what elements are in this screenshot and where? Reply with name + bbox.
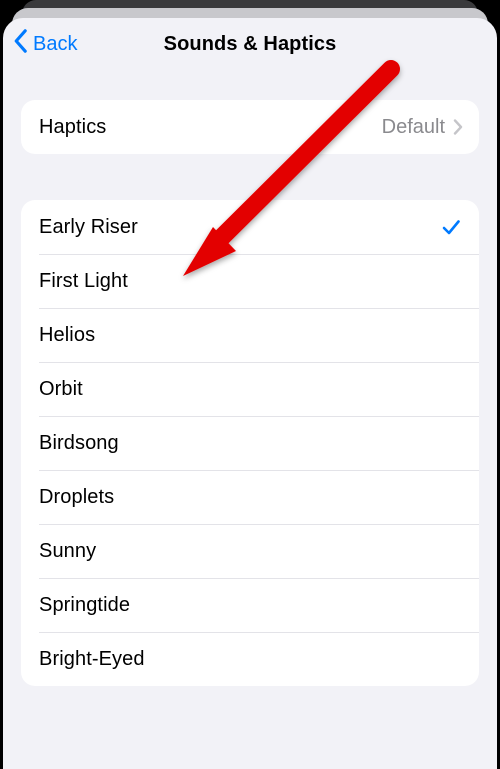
sound-label: Orbit	[39, 378, 463, 401]
sound-row[interactable]: Birdsong	[21, 416, 479, 470]
sound-label: First Light	[39, 270, 463, 293]
chevron-left-icon	[13, 29, 29, 59]
haptics-row[interactable]: Haptics Default	[21, 100, 479, 154]
haptics-group: Haptics Default	[21, 100, 479, 154]
sound-row[interactable]: Sunny	[21, 524, 479, 578]
sound-label: Helios	[39, 324, 463, 347]
chevron-right-icon	[453, 119, 463, 135]
sound-label: Early Riser	[39, 216, 439, 239]
back-button[interactable]: Back	[13, 18, 77, 70]
checkmark-icon	[439, 215, 463, 239]
back-label: Back	[33, 33, 77, 56]
sound-label: Springtide	[39, 594, 463, 617]
sound-label: Sunny	[39, 540, 463, 563]
sound-label: Droplets	[39, 486, 463, 509]
sound-row[interactable]: Early Riser	[21, 200, 479, 254]
haptics-label: Haptics	[39, 116, 382, 139]
navbar: Back Sounds & Haptics	[3, 18, 497, 70]
sound-row[interactable]: First Light	[21, 254, 479, 308]
sound-label: Bright-Eyed	[39, 648, 463, 671]
content: Haptics Default Early Riser First Light He…	[3, 70, 497, 769]
sounds-group: Early Riser First Light Helios Orbit Birdson…	[21, 200, 479, 686]
sound-row[interactable]: Orbit	[21, 362, 479, 416]
page-title: Sounds & Haptics	[164, 33, 337, 56]
settings-sheet: Back Sounds & Haptics Haptics Default Ea…	[3, 18, 497, 769]
sound-row[interactable]: Helios	[21, 308, 479, 362]
sound-row[interactable]: Bright-Eyed	[21, 632, 479, 686]
sound-row[interactable]: Droplets	[21, 470, 479, 524]
haptics-value: Default	[382, 116, 445, 139]
sound-label: Birdsong	[39, 432, 463, 455]
sound-row[interactable]: Springtide	[21, 578, 479, 632]
